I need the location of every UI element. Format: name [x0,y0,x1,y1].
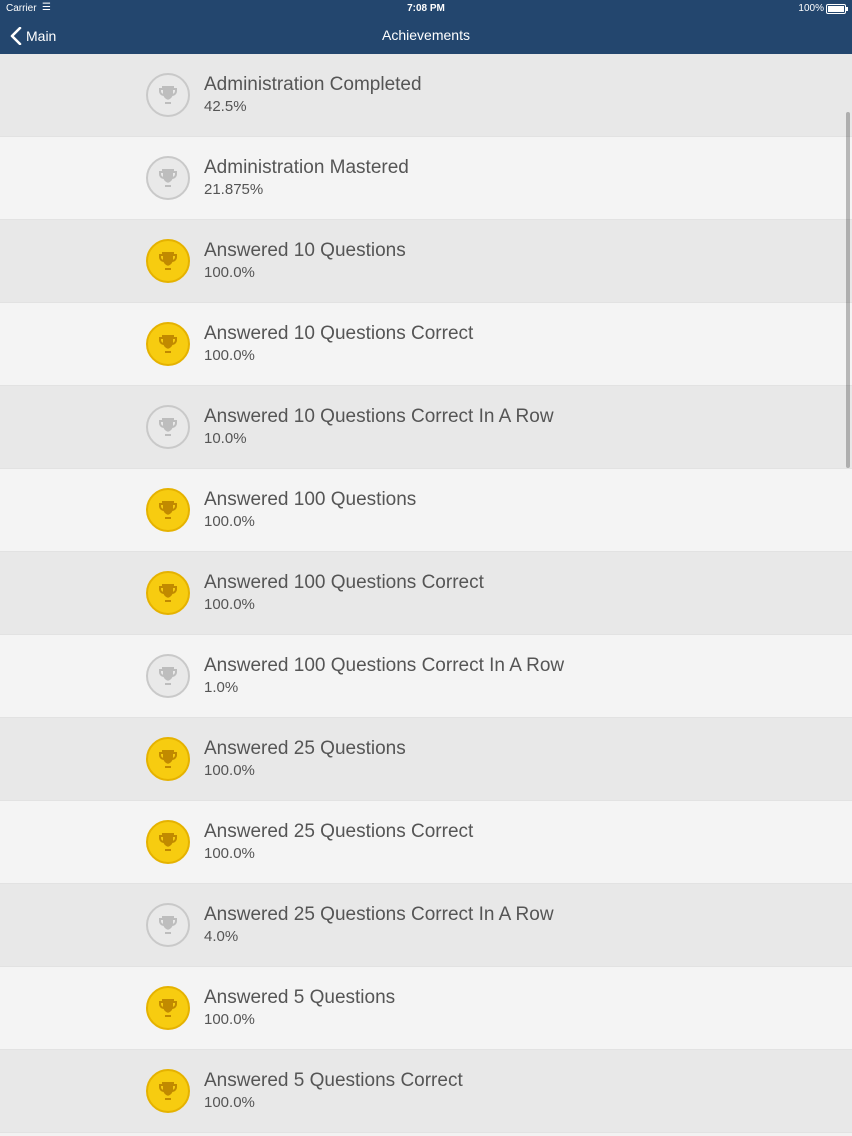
trophy-icon [146,73,190,117]
achievement-row[interactable]: Answered 100 Questions Correct 100.0% [0,552,852,635]
achievement-row[interactable]: Answered 25 Questions Correct 100.0% [0,801,852,884]
achievement-name: Answered 100 Questions [204,489,417,510]
achievement-name: Answered 100 Questions Correct [204,572,484,593]
achievement-name: Answered 25 Questions [204,738,406,759]
battery-percent: 100% [798,3,824,14]
scrollbar[interactable] [846,112,850,468]
achievement-percent: 100.0% [204,845,255,862]
trophy-icon [146,820,190,864]
trophy-icon [146,737,190,781]
achievement-percent: 100.0% [204,347,255,364]
achievement-row[interactable]: Answered 10 Questions Correct In A Row 10… [0,386,852,469]
achievement-percent: 4.0% [204,928,239,945]
achievement-name: Answered 10 Questions Correct In A Row [204,406,554,427]
achievement-row[interactable]: Answered 100 Questions Correct In A Row 1… [0,635,852,718]
trophy-icon [146,405,190,449]
achievement-percent: 100.0% [204,1094,255,1111]
trophy-icon [146,322,190,366]
achievement-name: Answered 5 Questions [204,987,396,1008]
achievement-name: Answered 10 Questions Correct [204,323,474,344]
achievement-name: Administration Mastered [204,157,409,178]
trophy-icon [146,986,190,1030]
achievement-row[interactable]: Answered 25 Questions 100.0% [0,718,852,801]
achievement-percent: 100.0% [204,513,255,530]
achievement-row[interactable]: Answered 10 Questions 100.0% [0,220,852,303]
achievement-percent: 42.5% [204,98,247,115]
achievement-percent: 100.0% [204,596,255,613]
navigation-bar: Main Achievements [0,18,852,54]
achievement-percent: 100.0% [204,1011,255,1028]
achievement-row[interactable]: Administration Mastered 21.875% [0,137,852,220]
achievement-percent: 10.0% [204,430,247,447]
status-bar: Carrier ☰ 7:08 PM 100% [0,0,852,18]
achievement-name: Answered 25 Questions Correct In A Row [204,904,554,925]
page-title: Achievements [382,27,470,43]
achievement-row[interactable]: Answered 100 Questions 100.0% [0,469,852,552]
trophy-icon [146,571,190,615]
achievement-row[interactable]: Answered 5 Questions Correct 100.0% [0,1050,852,1133]
battery-icon [826,4,848,14]
achievements-list[interactable]: Administration Completed 42.5% Administrat… [0,54,852,1136]
achievement-percent: 21.875% [204,181,264,198]
achievement-row[interactable]: Answered 5 Questions 100.0% [0,967,852,1050]
achievement-percent: 100.0% [204,264,255,281]
achievement-percent: 1.0% [204,679,239,696]
achievement-row[interactable]: Administration Completed 42.5% [0,54,852,137]
achievement-row[interactable]: Answered 10 Questions Correct 100.0% [0,303,852,386]
achievement-name: Answered 5 Questions Correct [204,1070,463,1091]
achievement-row[interactable]: Answered 25 Questions Correct In A Row 4.… [0,884,852,967]
trophy-icon [146,654,190,698]
trophy-icon [146,1069,190,1113]
status-time: 7:08 PM [407,3,445,14]
trophy-icon [146,903,190,947]
achievement-percent: 100.0% [204,762,255,779]
achievement-name: Administration Completed [204,74,422,95]
achievement-name: Answered 25 Questions Correct [204,821,474,842]
achievement-name: Answered 100 Questions Correct In A Row [204,655,565,676]
trophy-icon [146,156,190,200]
trophy-icon [146,239,190,283]
top-bar: Carrier ☰ 7:08 PM 100% Main Achievements [0,0,852,54]
trophy-icon [146,488,190,532]
achievement-name: Answered 10 Questions [204,240,406,261]
